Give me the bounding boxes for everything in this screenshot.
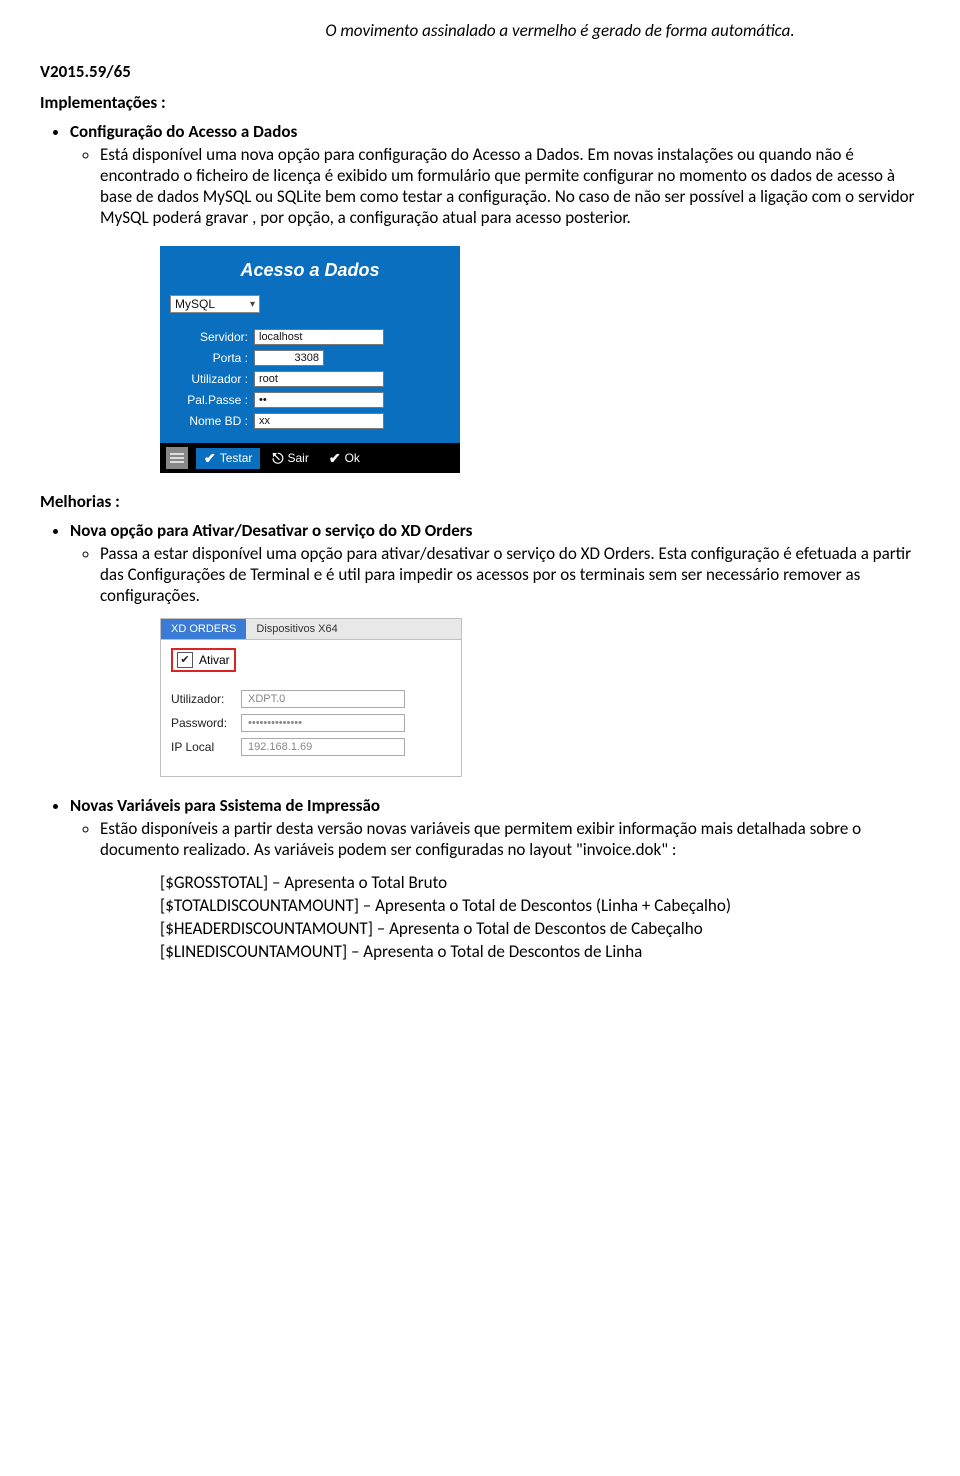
impl-item-1-sub-text: Está disponível uma nova opção para conf… — [100, 144, 584, 165]
ok-button-label: Ok — [345, 451, 360, 465]
melhoria-2: Novas Variáveis para Ssistema de Impress… — [70, 795, 920, 962]
exit-icon: ⎋ — [272, 450, 283, 467]
variable-list: [$GROSSTOTAL] – Apresenta o Total Bruto … — [160, 872, 920, 962]
label-servidor: Servidor: — [170, 330, 254, 344]
melhoria-1-title: Nova opção para Ativar/Desativar o servi… — [70, 520, 472, 541]
label-porta: Porta : — [170, 351, 254, 365]
tab-xd-orders[interactable]: XD ORDERS — [161, 619, 246, 639]
melhoria-1: Nova opção para Ativar/Desativar o servi… — [70, 520, 920, 606]
xd-input-pass[interactable]: •••••••••••••• — [241, 714, 405, 732]
var-grosstotal: [$GROSSTOTAL] – Apresenta o Total Bruto — [160, 872, 920, 893]
testar-button[interactable]: ✔ Testar — [196, 448, 260, 469]
melhoria-2-title: Novas Variáveis para Ssistema de Impress… — [70, 795, 380, 816]
db-type-value: MySQL — [175, 297, 215, 311]
xd-label-pass: Password: — [171, 716, 241, 730]
menu-icon[interactable] — [166, 447, 188, 469]
input-utilizador[interactable]: root — [254, 371, 384, 387]
melhoria-2-sub-text: Estão disponíveis a partir desta versão … — [100, 818, 861, 860]
db-type-select[interactable]: MySQL ▾ — [170, 295, 260, 313]
input-palpasse[interactable]: •• — [254, 392, 384, 408]
input-nomebd[interactable]: xx — [254, 413, 384, 429]
section-implementacoes: Implementações : — [40, 92, 920, 113]
xd-input-ip[interactable]: 192.168.1.69 — [241, 738, 405, 756]
impl-item-1-title: Configuração do Acesso a Dados — [70, 121, 297, 142]
ativar-checkbox-row[interactable]: Ativar — [171, 648, 236, 672]
melhoria-1-sub: Passa a estar disponível uma opção para … — [100, 543, 920, 606]
header-note: O movimento assinalado a vermelho é gera… — [200, 20, 920, 41]
dialog-button-bar: ✔ Testar ⎋ Sair ✔ Ok — [160, 443, 460, 473]
melhoria-2-sub: Estão disponíveis a partir desta versão … — [100, 818, 920, 962]
label-utilizador: Utilizador : — [170, 372, 254, 386]
check-icon: ✔ — [204, 450, 216, 467]
sair-button-label: Sair — [288, 451, 309, 465]
section-melhorias: Melhorias : — [40, 491, 920, 512]
sair-button[interactable]: ⎋ Sair — [264, 448, 316, 469]
var-linediscount: [$LINEDISCOUNTAMOUNT] – Apresenta o Tota… — [160, 941, 920, 962]
var-headerdiscount: [$HEADERDISCOUNTAMOUNT] – Apresenta o To… — [160, 918, 920, 939]
acesso-dados-dialog: Acesso a Dados MySQL ▾ Servidor: localho… — [160, 246, 920, 473]
check-icon: ✔ — [329, 450, 341, 467]
var-totaldiscount: [$TOTALDISCOUNTAMOUNT] – Apresenta o Tot… — [160, 895, 920, 916]
impl-item-1: Configuração do Acesso a Dados Está disp… — [70, 121, 920, 228]
label-nomebd: Nome BD : — [170, 414, 254, 428]
dialog-title: Acesso a Dados — [170, 260, 450, 281]
chevron-down-icon: ▾ — [250, 299, 255, 310]
testar-button-label: Testar — [220, 451, 253, 465]
version-label: V2015.59/65 — [40, 61, 920, 82]
ativar-label: Ativar — [199, 653, 230, 667]
xd-input-user[interactable]: XDPT.0 — [241, 690, 405, 708]
checkbox-checked-icon[interactable] — [177, 652, 193, 668]
impl-item-1-sub: Está disponível uma nova opção para conf… — [100, 144, 920, 228]
xd-orders-panel: XD ORDERS Dispositivos X64 Ativar Utiliz… — [160, 618, 920, 777]
xd-tabs: XD ORDERS Dispositivos X64 — [161, 619, 461, 640]
input-porta[interactable]: 3308 — [254, 350, 324, 366]
tab-dispositivos[interactable]: Dispositivos X64 — [246, 619, 347, 639]
input-servidor[interactable]: localhost — [254, 329, 384, 345]
melhoria-1-sub-text: Passa a estar disponível uma opção para … — [100, 543, 655, 564]
ok-button[interactable]: ✔ Ok — [321, 448, 368, 469]
label-palpasse: Pal.Passe : — [170, 393, 254, 407]
xd-label-user: Utilizador: — [171, 692, 241, 706]
xd-label-ip: IP Local — [171, 740, 241, 754]
